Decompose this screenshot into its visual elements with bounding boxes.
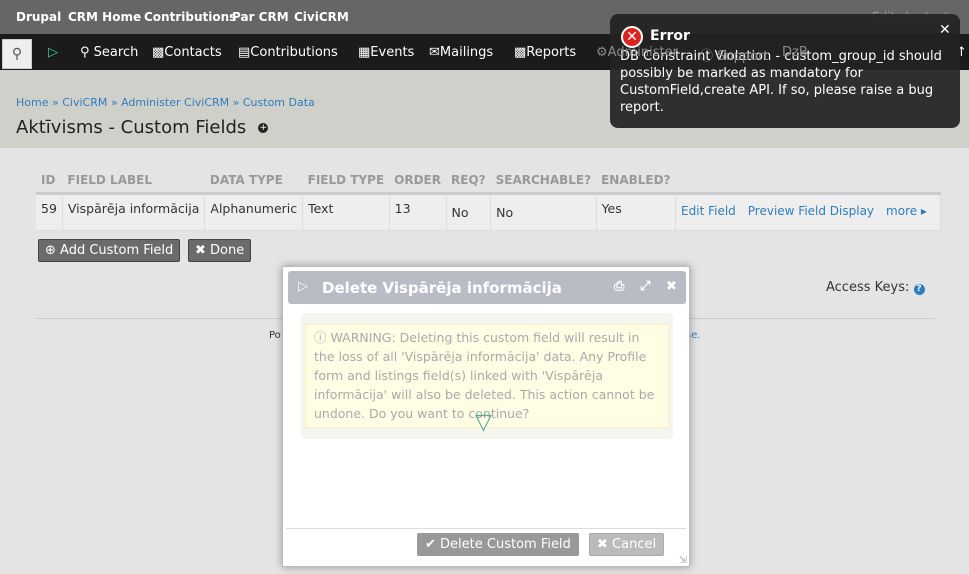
breadcrumb-home[interactable]: Home bbox=[16, 96, 48, 109]
resize-handle[interactable]: ⇲ bbox=[679, 555, 687, 566]
credit-card-icon: ▤ bbox=[238, 45, 251, 60]
gears-icon: ⚙ bbox=[596, 45, 608, 60]
envelope-icon: ✉ bbox=[429, 45, 440, 60]
cell-actions: Edit Field Preview Field Display more ▸ bbox=[675, 193, 941, 231]
topbar-contributions[interactable]: Contributions bbox=[144, 10, 236, 24]
breadcrumb: Home » CiviCRM » Administer CiviCRM » Cu… bbox=[16, 96, 315, 109]
nav-support[interactable]: ⓘ Support bbox=[700, 45, 769, 64]
breadcrumb-administer[interactable]: Administer CiviCRM bbox=[121, 96, 229, 109]
delete-custom-field-button[interactable]: ✔ Delete Custom Field bbox=[417, 533, 579, 556]
civicrm-logo-icon[interactable]: ▷ bbox=[48, 45, 58, 60]
nav-search[interactable]: ⚲ Search bbox=[80, 45, 138, 60]
breadcrumb-civicrm[interactable]: CiviCRM bbox=[62, 96, 107, 109]
cell-order: 13 bbox=[389, 193, 447, 231]
col-actions bbox=[675, 168, 941, 195]
more-actions-link[interactable]: more ▸ bbox=[886, 204, 927, 218]
nav-reports[interactable]: ▩Reports bbox=[514, 45, 576, 60]
cell-searchable: No bbox=[490, 193, 597, 231]
edit-field-link[interactable]: Edit Field bbox=[681, 204, 736, 218]
col-req[interactable]: REQ? bbox=[446, 168, 491, 195]
add-custom-field-button[interactable]: ⊕ Add Custom Field bbox=[38, 239, 181, 262]
nav-mailings[interactable]: ✉Mailings bbox=[429, 45, 493, 60]
col-enabled[interactable]: ENABLED? bbox=[596, 168, 676, 195]
quicksearch-button[interactable]: ⚲ bbox=[2, 39, 32, 69]
help-icon[interactable]: ? bbox=[913, 284, 925, 295]
check-icon: ✔ bbox=[425, 537, 436, 552]
nav-administer[interactable]: ⚙Administer bbox=[596, 45, 678, 60]
nav-dzb[interactable]: DzB bbox=[782, 45, 808, 60]
toast-close-icon[interactable]: ✕ bbox=[939, 22, 951, 38]
expand-icon[interactable]: ⤢ bbox=[640, 279, 650, 294]
close-icon: ✖ bbox=[597, 537, 608, 552]
breadcrumb-custom-data[interactable]: Custom Data bbox=[243, 96, 315, 109]
table-row: 59 Vispārēja informācija Alphanumeric Te… bbox=[36, 193, 941, 231]
preview-field-link[interactable]: Preview Field Display bbox=[748, 204, 874, 218]
col-order[interactable]: ORDER bbox=[389, 168, 446, 195]
col-data-type[interactable]: DATA TYPE bbox=[204, 168, 303, 195]
close-icon: ✖ bbox=[195, 243, 206, 258]
bar-chart-icon: ▩ bbox=[514, 45, 527, 60]
col-searchable[interactable]: SEARCHABLE? bbox=[490, 168, 597, 195]
close-icon[interactable]: ✖ bbox=[666, 279, 677, 294]
col-id[interactable]: ID bbox=[36, 168, 63, 195]
calendar-icon: ▦ bbox=[358, 45, 371, 60]
search-icon: ⚲ bbox=[80, 45, 90, 60]
contact-card-icon: ▩ bbox=[152, 45, 165, 60]
error-toast: ✕ Error ✕ DB Constraint Violation - cust… bbox=[610, 14, 960, 128]
topbar-par-crm[interactable]: Par CRM bbox=[232, 10, 289, 24]
dialog-button-bar bbox=[286, 528, 686, 529]
delete-dialog: ▷ Delete Vispārēja informācija ⎙ ⤢ ✖ ⓘ W… bbox=[282, 266, 690, 567]
loading-spinner-icon: ▽ bbox=[475, 410, 492, 435]
done-button[interactable]: ✖ Done bbox=[188, 239, 252, 262]
print-icon[interactable]: ⎙ bbox=[614, 279, 624, 294]
plus-circle-icon: ⊕ bbox=[45, 243, 56, 258]
topbar-crm-home[interactable]: CRM Home bbox=[68, 10, 141, 24]
nav-contacts[interactable]: ▩Contacts bbox=[152, 45, 222, 60]
access-keys[interactable]: Access Keys: ? bbox=[826, 280, 925, 295]
support-icon: ⓘ bbox=[700, 49, 714, 64]
civicrm-logo-icon: ▷ bbox=[298, 279, 308, 294]
custom-fields-table: ID FIELD LABEL DATA TYPE FIELD TYPE ORDE… bbox=[36, 168, 941, 231]
nav-contributions[interactable]: ▤Contributions bbox=[238, 45, 338, 60]
toast-title: Error bbox=[650, 28, 690, 44]
cell-enabled: Yes bbox=[596, 193, 677, 231]
footer-text-left: Po bbox=[269, 330, 281, 341]
page-title: Aktīvisms - Custom Fields + bbox=[16, 117, 269, 138]
nav-events[interactable]: ▦Events bbox=[358, 45, 414, 60]
topbar-drupal[interactable]: Drupal bbox=[16, 10, 61, 24]
col-field-type[interactable]: FIELD TYPE bbox=[302, 168, 390, 195]
col-field-label[interactable]: FIELD LABEL bbox=[62, 168, 205, 195]
cell-label[interactable]: Vispārēja informācija bbox=[62, 193, 206, 231]
cell-req: No bbox=[446, 193, 492, 231]
cell-field-type: Text bbox=[302, 193, 390, 231]
cell-data-type: Alphanumeric bbox=[204, 193, 304, 231]
dialog-titlebar[interactable]: ▷ Delete Vispārēja informācija ⎙ ⤢ ✖ bbox=[288, 271, 686, 304]
cancel-button[interactable]: ✖ Cancel bbox=[589, 533, 665, 556]
cell-id: 59 bbox=[36, 193, 63, 231]
topbar-civicrm[interactable]: CiviCRM bbox=[294, 10, 349, 24]
dialog-title: Delete Vispārēja informācija bbox=[322, 279, 562, 297]
plus-circle-icon[interactable]: + bbox=[258, 123, 269, 133]
info-icon: ⓘ bbox=[314, 330, 327, 345]
